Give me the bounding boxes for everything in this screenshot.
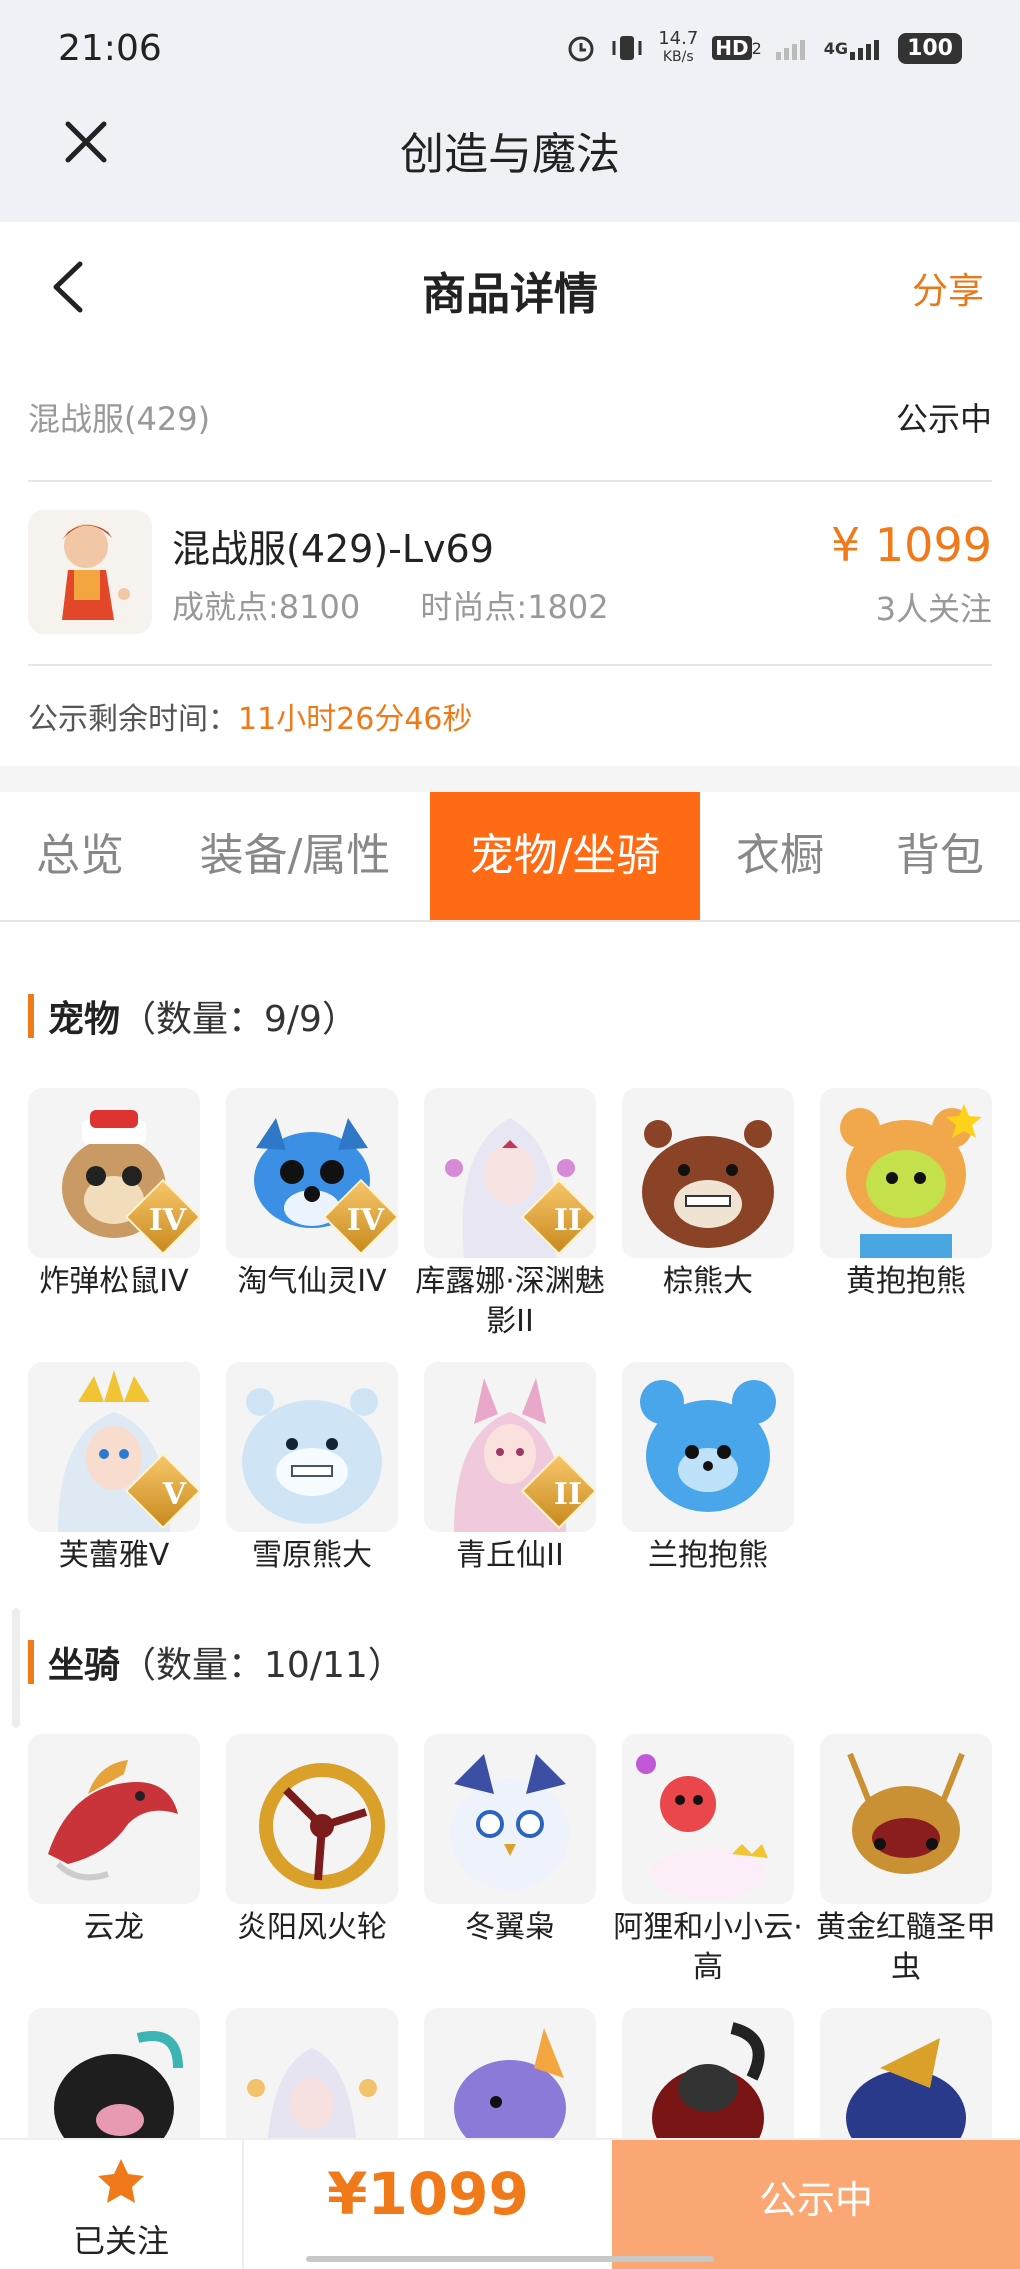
- mount-image: [424, 1734, 596, 1904]
- home-indicator[interactable]: [306, 2256, 714, 2262]
- character-name: 混战服(429)-Lv69: [172, 527, 494, 571]
- app-header: 21:06 14.7 KB/s HD 2 4G 100 创造与魔法: [0, 0, 1020, 222]
- tab-bar: 总览 装备/属性 宠物/坐骑 衣橱 背包: [0, 792, 1020, 922]
- server-row: 混战服(429) 公示中: [28, 380, 992, 482]
- mount-image: [226, 1734, 398, 1904]
- pet-name: 炸弹松鼠IV: [39, 1264, 189, 1299]
- pet-card[interactable]: 黄抱抱熊: [820, 1088, 992, 1302]
- pet-name: 雪原熊大: [252, 1538, 372, 1573]
- pet-card[interactable]: II 库露娜·深渊魅影II: [415, 1088, 605, 1342]
- hd-icon: HD 2: [712, 36, 762, 60]
- pet-name: 淘气仙灵IV: [237, 1264, 387, 1299]
- pet-name: 棕熊大: [663, 1264, 753, 1299]
- achievement-points: 成就点:8100: [172, 588, 361, 626]
- remaining-time: 公示剩余时间：11小时26分46秒: [28, 702, 473, 737]
- pet-image: IV: [226, 1088, 398, 1258]
- status-time: 21:06: [58, 28, 162, 69]
- mount-name: 炎阳风火轮: [237, 1910, 387, 1945]
- pet-image: [622, 1362, 794, 1532]
- pet-name: 库露娜·深渊魅影II: [415, 1264, 605, 1339]
- mount-name: 阿狸和小小云·高: [613, 1910, 803, 1985]
- mount-card[interactable]: 黄金红髓圣甲虫: [816, 1734, 996, 1988]
- pets-section-title: 宠物 （数量：9/9）: [28, 990, 358, 1042]
- pet-image: [622, 1088, 794, 1258]
- pet-card[interactable]: II 青丘仙II: [424, 1362, 596, 1576]
- mount-name: 冬翼枭: [465, 1910, 555, 1945]
- tab-bag[interactable]: 背包: [860, 792, 1020, 920]
- status-button[interactable]: 公示中: [612, 2140, 1020, 2269]
- pet-name: 黄抱抱熊: [846, 1264, 966, 1299]
- pet-image: IV: [28, 1088, 200, 1258]
- pet-card[interactable]: IV 炸弹松鼠IV: [28, 1088, 200, 1302]
- listing-price: ¥ 1099: [831, 518, 992, 572]
- pet-image: [820, 1088, 992, 1258]
- pet-name: 青丘仙II: [456, 1538, 564, 1573]
- tab-pets-mounts[interactable]: 宠物/坐骑: [430, 792, 700, 920]
- tab-wardrobe[interactable]: 衣橱: [710, 792, 850, 920]
- mount-image: [820, 1734, 992, 1904]
- server-name: 混战服(429): [28, 400, 211, 438]
- page-title: 商品详情: [422, 269, 598, 320]
- page-nav: 商品详情 分享: [0, 222, 1020, 350]
- alarm-icon: [566, 33, 596, 63]
- battery-icon: 100: [898, 32, 962, 64]
- mount-card[interactable]: 冬翼枭: [424, 1734, 596, 1948]
- bottom-price: ¥1099: [327, 2160, 529, 2228]
- mount-card[interactable]: 云龙: [28, 1734, 200, 1948]
- listing-status: 公示中: [895, 400, 992, 438]
- status-icons: 14.7 KB/s HD 2 4G 100: [566, 30, 962, 66]
- tab-equipment[interactable]: 装备/属性: [170, 792, 420, 920]
- fashion-points: 时尚点:1802: [420, 588, 609, 626]
- star-icon: [98, 2159, 144, 2203]
- pet-image: V: [28, 1362, 200, 1532]
- mount-card[interactable]: 阿狸和小小云·高: [613, 1734, 803, 1988]
- signal-4g-icon: 4G: [824, 36, 884, 60]
- pet-name: 兰抱抱熊: [648, 1538, 768, 1573]
- mount-image: [28, 1734, 200, 1904]
- pet-card[interactable]: 兰抱抱熊: [622, 1362, 794, 1576]
- mounts-section-title: 坐骑 （数量：10/11）: [28, 1636, 404, 1688]
- follow-button[interactable]: 已关注: [0, 2140, 244, 2269]
- pet-card[interactable]: 棕熊大: [622, 1088, 794, 1302]
- pet-image: II: [424, 1088, 596, 1258]
- pet-card[interactable]: 雪原熊大: [226, 1362, 398, 1576]
- signal-icon-1: [775, 36, 810, 60]
- share-button[interactable]: 分享: [912, 262, 984, 314]
- app-title: 创造与魔法: [400, 129, 620, 180]
- network-speed: 14.7 KB/s: [658, 28, 699, 66]
- character-avatar: [28, 510, 152, 634]
- scroll-indicator: [12, 1608, 20, 1728]
- bottom-action-bar: 已关注 ¥1099 公示中: [0, 2138, 1020, 2269]
- followers-count: 3人关注: [875, 590, 992, 628]
- pet-card[interactable]: IV 淘气仙灵IV: [226, 1088, 398, 1302]
- character-stats: 成就点:8100 时尚点:1802: [172, 582, 659, 628]
- mount-card[interactable]: 炎阳风火轮: [226, 1734, 398, 1948]
- pet-image: [226, 1362, 398, 1532]
- listing-summary[interactable]: 混战服(429)-Lv69 成就点:8100 时尚点:1802 ¥ 1099 3…: [28, 482, 992, 666]
- tab-overview[interactable]: 总览: [0, 792, 160, 920]
- divider: [0, 766, 1020, 792]
- pet-card[interactable]: V 芙蕾雅V: [28, 1362, 200, 1576]
- mount-image: [622, 1734, 794, 1904]
- pet-name: 芙蕾雅V: [58, 1538, 170, 1573]
- mount-name: 黄金红髓圣甲虫: [816, 1910, 996, 1985]
- pet-image: II: [424, 1362, 596, 1532]
- mount-name: 云龙: [84, 1910, 144, 1945]
- vibrate-icon: [610, 33, 644, 63]
